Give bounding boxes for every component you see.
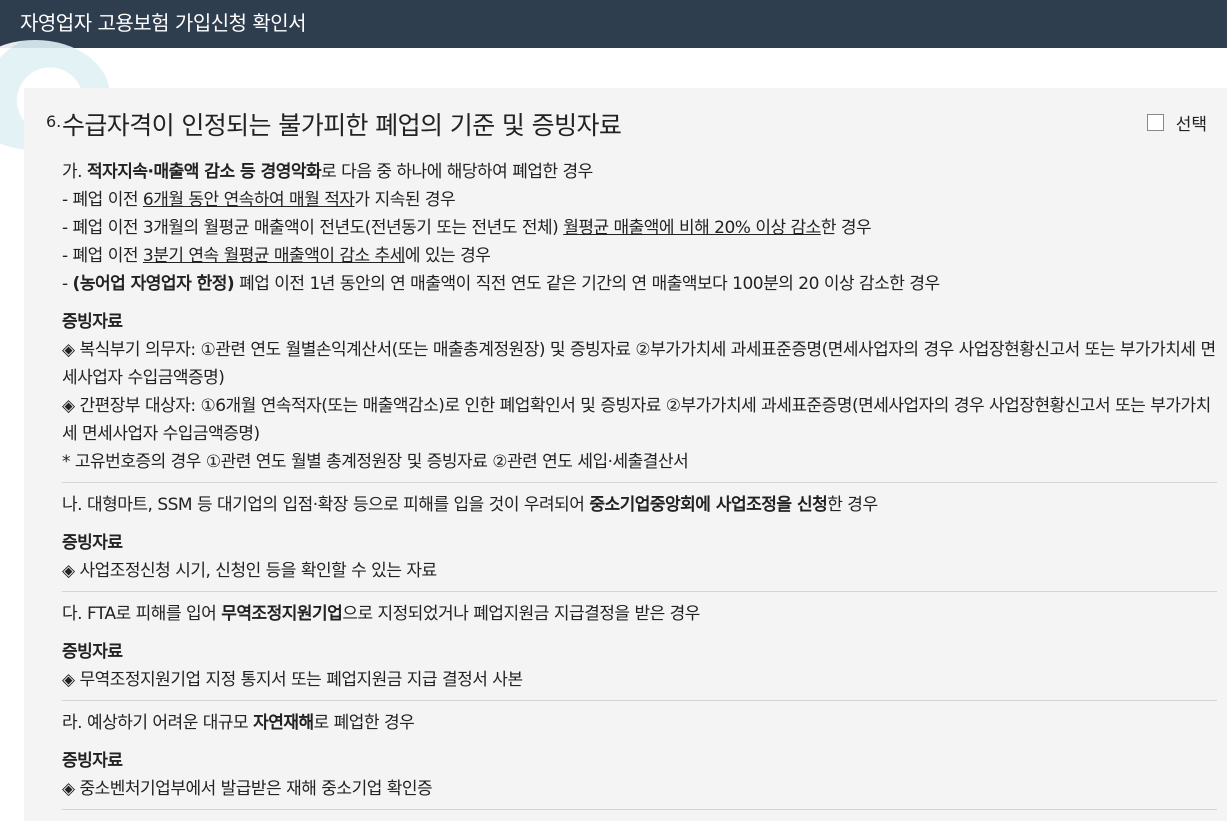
section-divider: [62, 809, 1217, 810]
select-checkbox-control[interactable]: 선택: [1146, 110, 1207, 135]
criterion-a-bullet-3: - 폐업 이전 3분기 연속 월평균 매출액이 감소 추세에 있는 경우: [62, 246, 491, 266]
criterion-b-evidence-heading: 증빙자료: [62, 533, 123, 553]
criterion-b-intro: 나. 대형마트, SSM 등 대기업의 입점·확장 등으로 피해를 입을 것이 …: [62, 495, 878, 515]
criterion-d-intro: 라. 예상하기 어려운 대규모 자연재해로 폐업한 경우: [62, 713, 415, 733]
criterion-d-evidence-1: ◈ 중소벤처기업부에서 발급받은 재해 중소기업 확인증: [62, 779, 433, 799]
criterion-a-bullet-2: - 폐업 이전 3개월의 월평균 매출액이 전년도(전년동기 또는 전년도 전체…: [62, 218, 872, 238]
window-title: 자영업자 고용보험 가입신청 확인서: [20, 11, 307, 35]
section-divider: [62, 591, 1217, 592]
criterion-d-evidence-heading: 증빙자료: [62, 751, 123, 771]
criterion-a-evidence-heading: 증빙자료: [62, 312, 123, 332]
criterion-c-evidence-1: ◈ 무역조정지원기업 지정 통지서 또는 폐업지원금 지급 결정서 사본: [62, 670, 523, 690]
criterion-a-bullet-4: - (농어업 자영업자 한정) 폐업 이전 1년 동안의 연 매출액이 직전 연…: [62, 274, 940, 294]
section-number: 6.: [46, 112, 62, 131]
criterion-a-evidence-1: ◈ 복식부기 의무자: ①관련 연도 월별손익계산서(또는 매출총계정원장) 및…: [62, 340, 1216, 388]
select-checkbox-label: 선택: [1175, 115, 1207, 135]
criterion-b-evidence-1: ◈ 사업조정신청 시기, 신청인 등을 확인할 수 있는 자료: [62, 561, 437, 581]
criterion-a-evidence-2: ◈ 간편장부 대상자: ①6개월 연속적자(또는 매출액감소)로 인한 폐업확인…: [62, 396, 1211, 444]
criterion-c-evidence-heading: 증빙자료: [62, 642, 123, 662]
section-title: 수급자격이 인정되는 불가피한 폐업의 기준 및 증빙자료: [62, 111, 622, 140]
select-checkbox[interactable]: [1146, 114, 1164, 131]
section-content: 가. 적자지속·매출액 감소 등 경영악화로 다음 중 하나에 해당하여 폐업한…: [62, 158, 1217, 818]
section-divider: [62, 482, 1217, 483]
section-divider: [62, 700, 1217, 701]
criterion-a-evidence-3: * 고유번호증의 경우 ①관련 연도 월별 총계정원장 및 증빙자료 ②관련 연…: [62, 452, 689, 472]
criterion-c-intro: 다. FTA로 피해를 입어 무역조정지원기업으로 지정되었거나 폐업지원금 지…: [62, 604, 700, 624]
window-title-bar: 자영업자 고용보험 가입신청 확인서: [0, 0, 1227, 48]
criterion-a-intro: 가. 적자지속·매출액 감소 등 경영악화로 다음 중 하나에 해당하여 폐업한…: [62, 162, 593, 182]
criterion-a-bullet-1: - 폐업 이전 6개월 동안 연속하여 매월 적자가 지속된 경우: [62, 190, 456, 210]
